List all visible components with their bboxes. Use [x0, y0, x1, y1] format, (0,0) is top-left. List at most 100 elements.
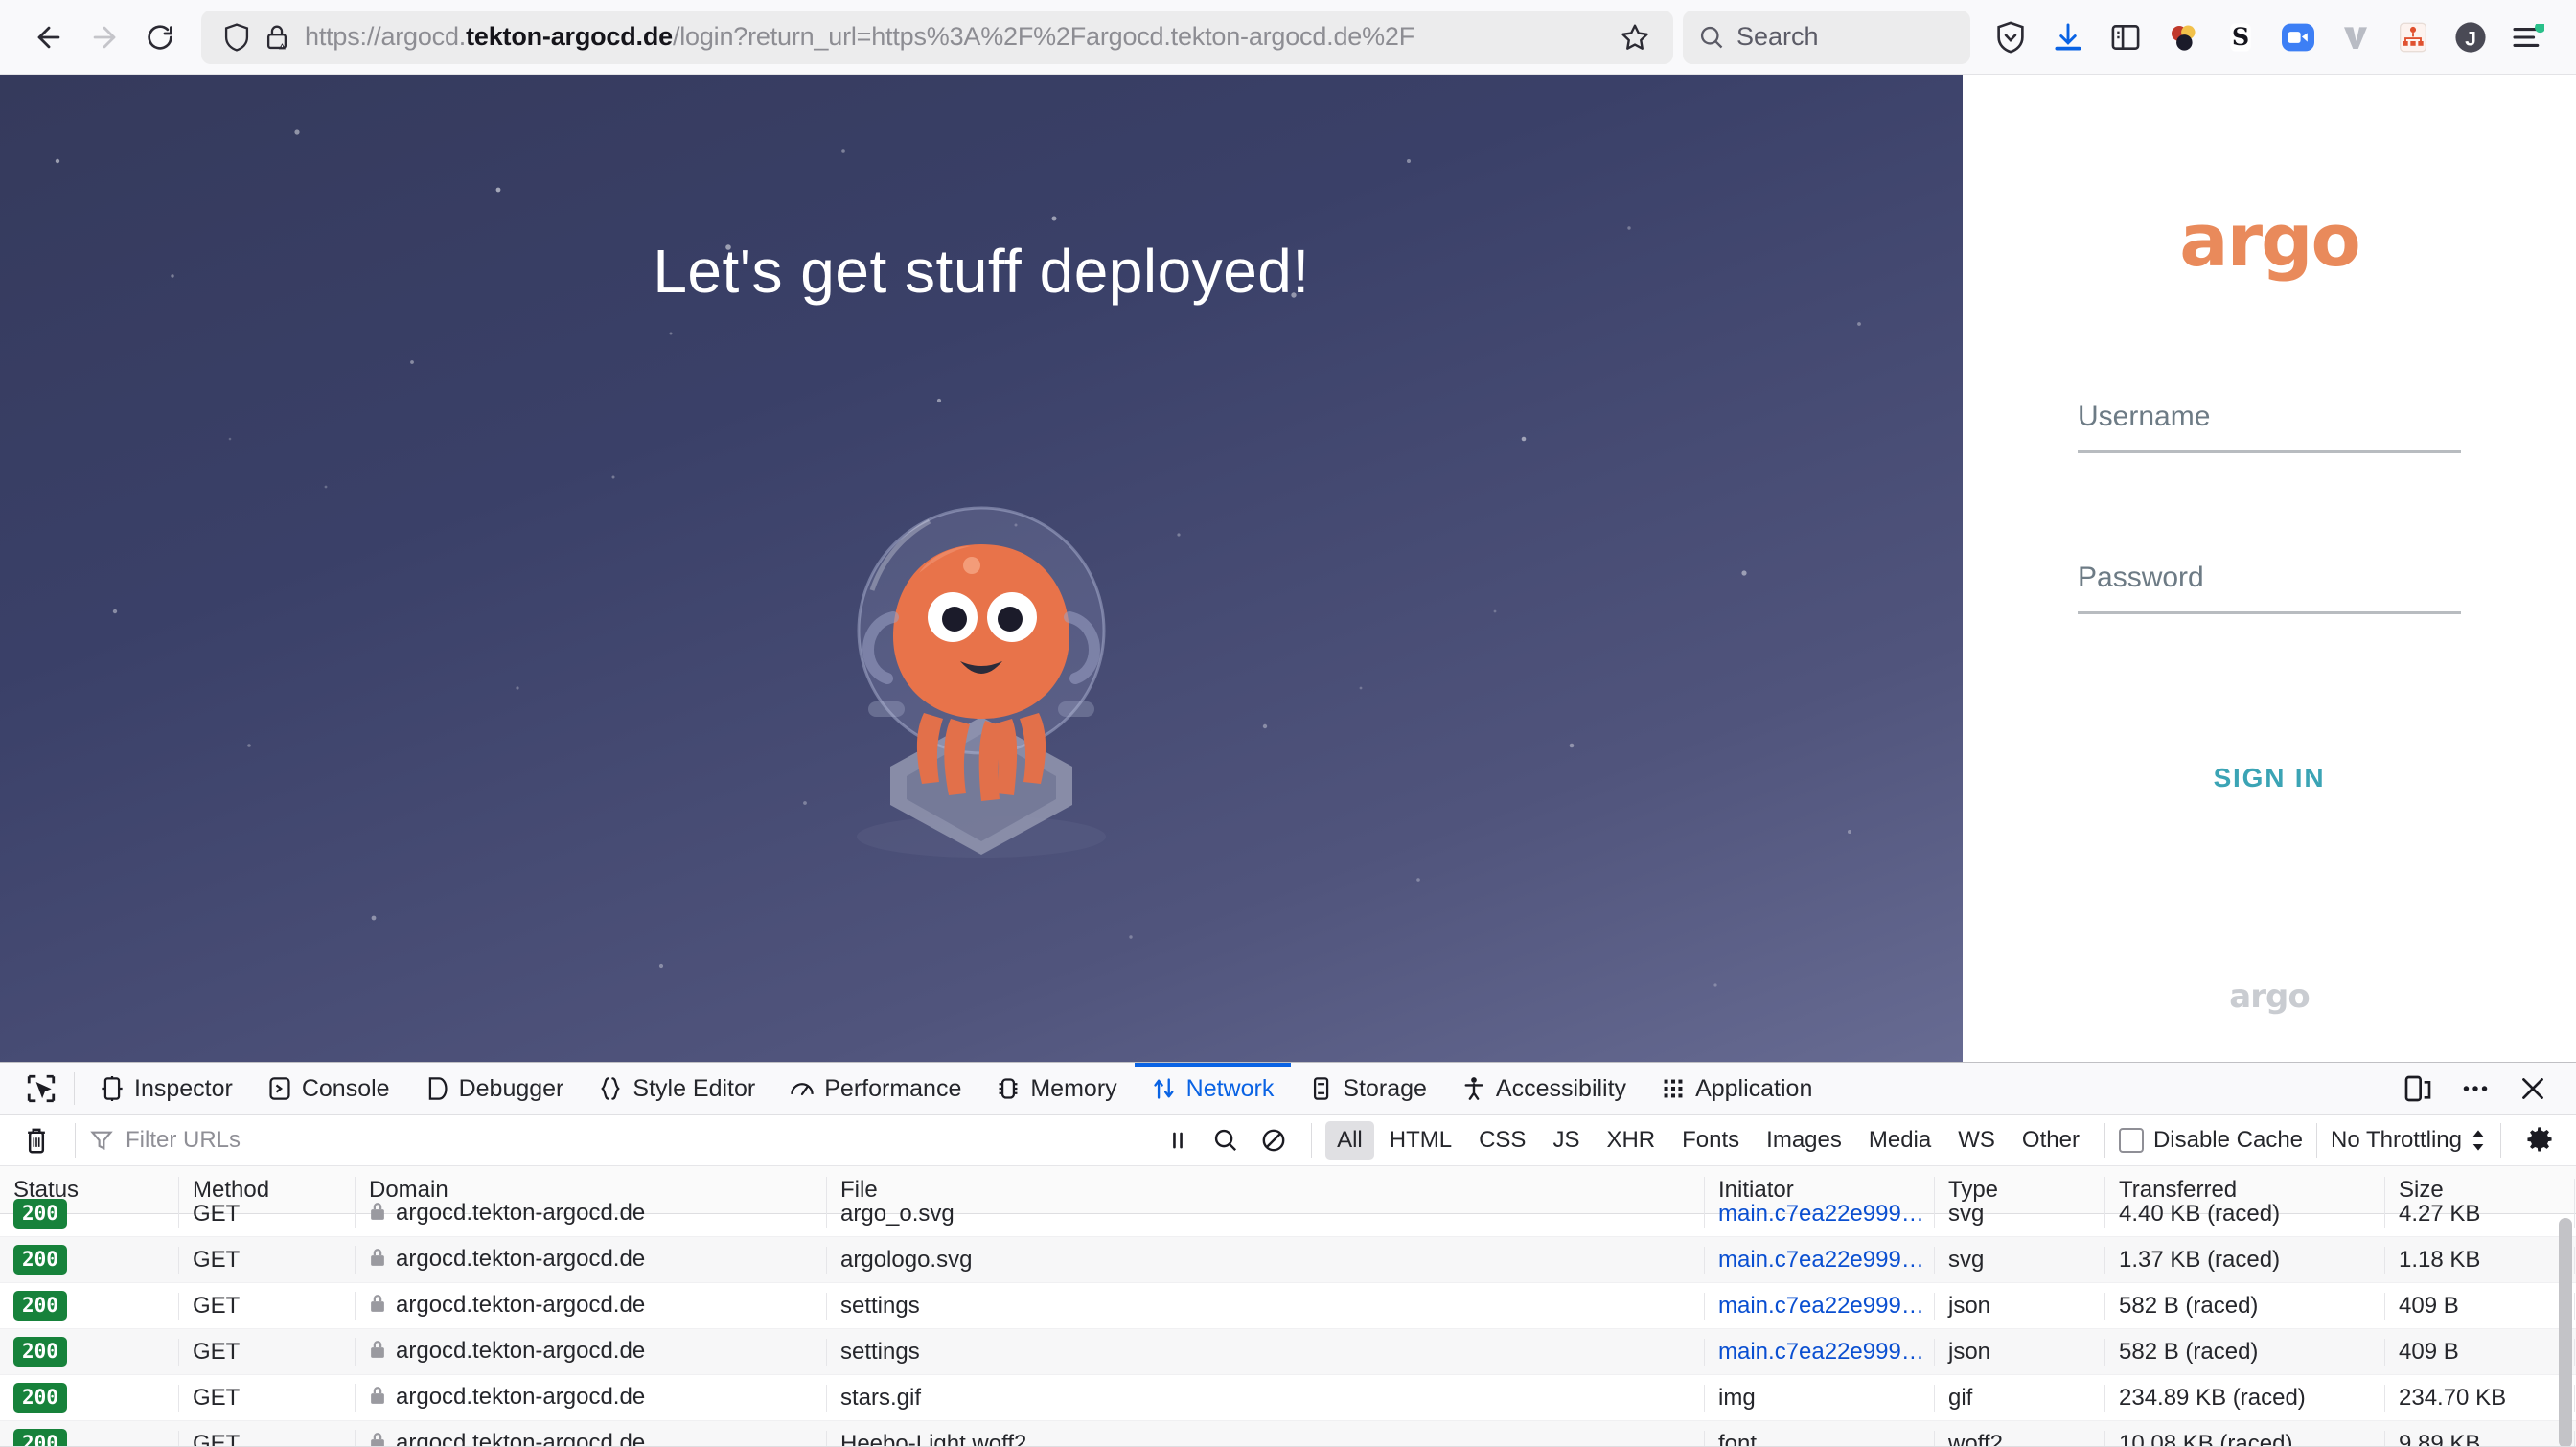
- lock-warning-icon[interactable]: [257, 17, 297, 57]
- v-extension-icon[interactable]: [2329, 11, 2382, 64]
- cell-size: 9.89 KB: [2384, 1431, 2574, 1447]
- tab-inspector[interactable]: Inspector: [82, 1063, 250, 1114]
- cell-domain: argocd.tekton-argocd.de: [355, 1246, 826, 1274]
- filter-xhr[interactable]: XHR: [1595, 1121, 1667, 1160]
- filter-html[interactable]: HTML: [1378, 1121, 1463, 1160]
- gear-icon[interactable]: [2515, 1115, 2564, 1165]
- tab-memory[interactable]: Memory: [978, 1063, 1134, 1114]
- search-icon[interactable]: [1202, 1116, 1250, 1164]
- filter-js[interactable]: JS: [1541, 1121, 1591, 1160]
- table-row[interactable]: 200 GET argocd.tekton-argocd.de Heebo-Li…: [0, 1421, 2576, 1446]
- filter-placeholder: Filter URLs: [126, 1127, 241, 1154]
- lock-icon: [369, 1247, 386, 1274]
- s-extension-icon[interactable]: S: [2214, 11, 2267, 64]
- browser-toolbar: https://argocd.tekton-argocd.de/login?re…: [0, 0, 2576, 75]
- tab-label: Network: [1186, 1075, 1275, 1103]
- cell-domain: argocd.tekton-argocd.de: [355, 1430, 826, 1446]
- filter-media[interactable]: Media: [1857, 1121, 1943, 1160]
- sidebar-icon[interactable]: [2099, 11, 2152, 64]
- cell-initiator[interactable]: main.c7ea22e999…: [1704, 1201, 1934, 1228]
- status-badge: 200: [13, 1337, 67, 1366]
- table-row[interactable]: 200 GET argocd.tekton-argocd.de stars.gi…: [0, 1375, 2576, 1421]
- filter-urls-input[interactable]: Filter URLs: [89, 1127, 1154, 1154]
- forward-button[interactable]: [77, 10, 132, 65]
- bookmark-star-icon[interactable]: [1612, 14, 1658, 60]
- status-badge: 200: [13, 1383, 67, 1412]
- table-row[interactable]: 200 GET argocd.tekton-argocd.de argologo…: [0, 1237, 2576, 1283]
- block-icon[interactable]: [1250, 1116, 1298, 1164]
- filter-fonts[interactable]: Fonts: [1670, 1121, 1751, 1160]
- app-menu-icon[interactable]: [2501, 11, 2555, 64]
- colors-extension-icon[interactable]: [2156, 11, 2210, 64]
- tab-accessibility[interactable]: Accessibility: [1444, 1063, 1644, 1114]
- sign-in-button[interactable]: SIGN IN: [1963, 763, 2576, 793]
- filter-all[interactable]: All: [1325, 1121, 1374, 1160]
- element-picker-icon[interactable]: [13, 1072, 75, 1105]
- reload-button[interactable]: [132, 10, 188, 65]
- cell-size: 1.18 KB: [2384, 1247, 2574, 1274]
- filter-other[interactable]: Other: [2011, 1121, 2091, 1160]
- divider: [75, 1123, 76, 1158]
- checkbox-box: [2119, 1128, 2144, 1153]
- cell-transferred: 4.40 KB (raced): [2104, 1201, 2384, 1228]
- tab-label: Style Editor: [632, 1075, 755, 1103]
- tab-storage[interactable]: Storage: [1291, 1063, 1444, 1114]
- tab-application[interactable]: Application: [1644, 1063, 1829, 1114]
- divider: [2500, 1123, 2501, 1158]
- status-badge: 200: [13, 1245, 67, 1274]
- filter-images[interactable]: Images: [1755, 1121, 1853, 1160]
- cell-file: stars.gif: [826, 1385, 1704, 1412]
- cell-type: json: [1934, 1293, 2104, 1320]
- table-scrollbar[interactable]: [2559, 1218, 2572, 1446]
- throttling-select[interactable]: No Throttling: [2331, 1127, 2487, 1154]
- cell-initiator[interactable]: main.c7ea22e999…: [1704, 1339, 1934, 1366]
- cell-initiator[interactable]: main.c7ea22e999…: [1704, 1247, 1934, 1274]
- tab-style-editor[interactable]: Style Editor: [581, 1063, 772, 1114]
- request-type-filters: All HTML CSS JS XHR Fonts Images Media W…: [1325, 1121, 2091, 1160]
- url-text[interactable]: https://argocd.tekton-argocd.de/login?re…: [305, 22, 1612, 52]
- tab-debugger[interactable]: Debugger: [407, 1063, 582, 1114]
- dock-to-side-icon[interactable]: [2392, 1063, 2444, 1114]
- username-field[interactable]: Username: [2078, 401, 2461, 453]
- shield-icon[interactable]: [1984, 11, 2037, 64]
- accessibility-icon: [1461, 1076, 1486, 1101]
- svg-text:J: J: [2465, 27, 2476, 50]
- search-bar[interactable]: Search: [1683, 11, 1970, 64]
- back-button[interactable]: [21, 10, 77, 65]
- cell-domain: argocd.tekton-argocd.de: [355, 1200, 826, 1228]
- tab-performance[interactable]: Performance: [772, 1063, 978, 1114]
- disable-cache-label: Disable Cache: [2153, 1127, 2303, 1154]
- login-hero-panel: Let's get stuff deployed!: [0, 75, 1963, 1062]
- lock-icon: [369, 1385, 386, 1412]
- more-options-icon[interactable]: [2450, 1063, 2501, 1114]
- throttling-label: No Throttling: [2331, 1127, 2462, 1154]
- sitemap-extension-icon[interactable]: [2386, 11, 2440, 64]
- tab-label: Debugger: [459, 1075, 564, 1103]
- inspector-icon: [100, 1076, 125, 1101]
- filter-ws[interactable]: WS: [1946, 1121, 2007, 1160]
- cell-file: argo_o.svg: [826, 1201, 1704, 1228]
- tab-network[interactable]: Network: [1135, 1063, 1292, 1114]
- shield-icon[interactable]: [217, 17, 257, 57]
- cell-transferred: 10.08 KB (raced): [2104, 1431, 2384, 1447]
- tab-label: Storage: [1343, 1075, 1427, 1103]
- account-icon[interactable]: J: [2444, 11, 2497, 64]
- download-icon[interactable]: [2041, 11, 2095, 64]
- table-row[interactable]: 200 GET argocd.tekton-argocd.de settings…: [0, 1329, 2576, 1375]
- pause-icon[interactable]: [1154, 1116, 1202, 1164]
- table-row[interactable]: 200 GET argocd.tekton-argocd.de settings…: [0, 1283, 2576, 1329]
- network-icon: [1152, 1076, 1177, 1101]
- filter-css[interactable]: CSS: [1467, 1121, 1537, 1160]
- cell-initiator[interactable]: main.c7ea22e999…: [1704, 1293, 1934, 1320]
- video-extension-icon[interactable]: [2271, 11, 2325, 64]
- username-label: Username: [2078, 401, 2461, 450]
- tab-console[interactable]: Console: [250, 1063, 407, 1114]
- table-row[interactable]: 200 GET argocd.tekton-argocd.de argo_o.s…: [0, 1191, 2576, 1237]
- address-bar[interactable]: https://argocd.tekton-argocd.de/login?re…: [201, 11, 1673, 64]
- disable-cache-checkbox[interactable]: Disable Cache: [2119, 1127, 2303, 1154]
- trash-icon[interactable]: [12, 1115, 61, 1165]
- cell-status: 200: [0, 1337, 178, 1366]
- password-field[interactable]: Password: [2078, 562, 2461, 614]
- close-icon[interactable]: [2507, 1063, 2559, 1114]
- cell-initiator: font: [1704, 1431, 1934, 1447]
